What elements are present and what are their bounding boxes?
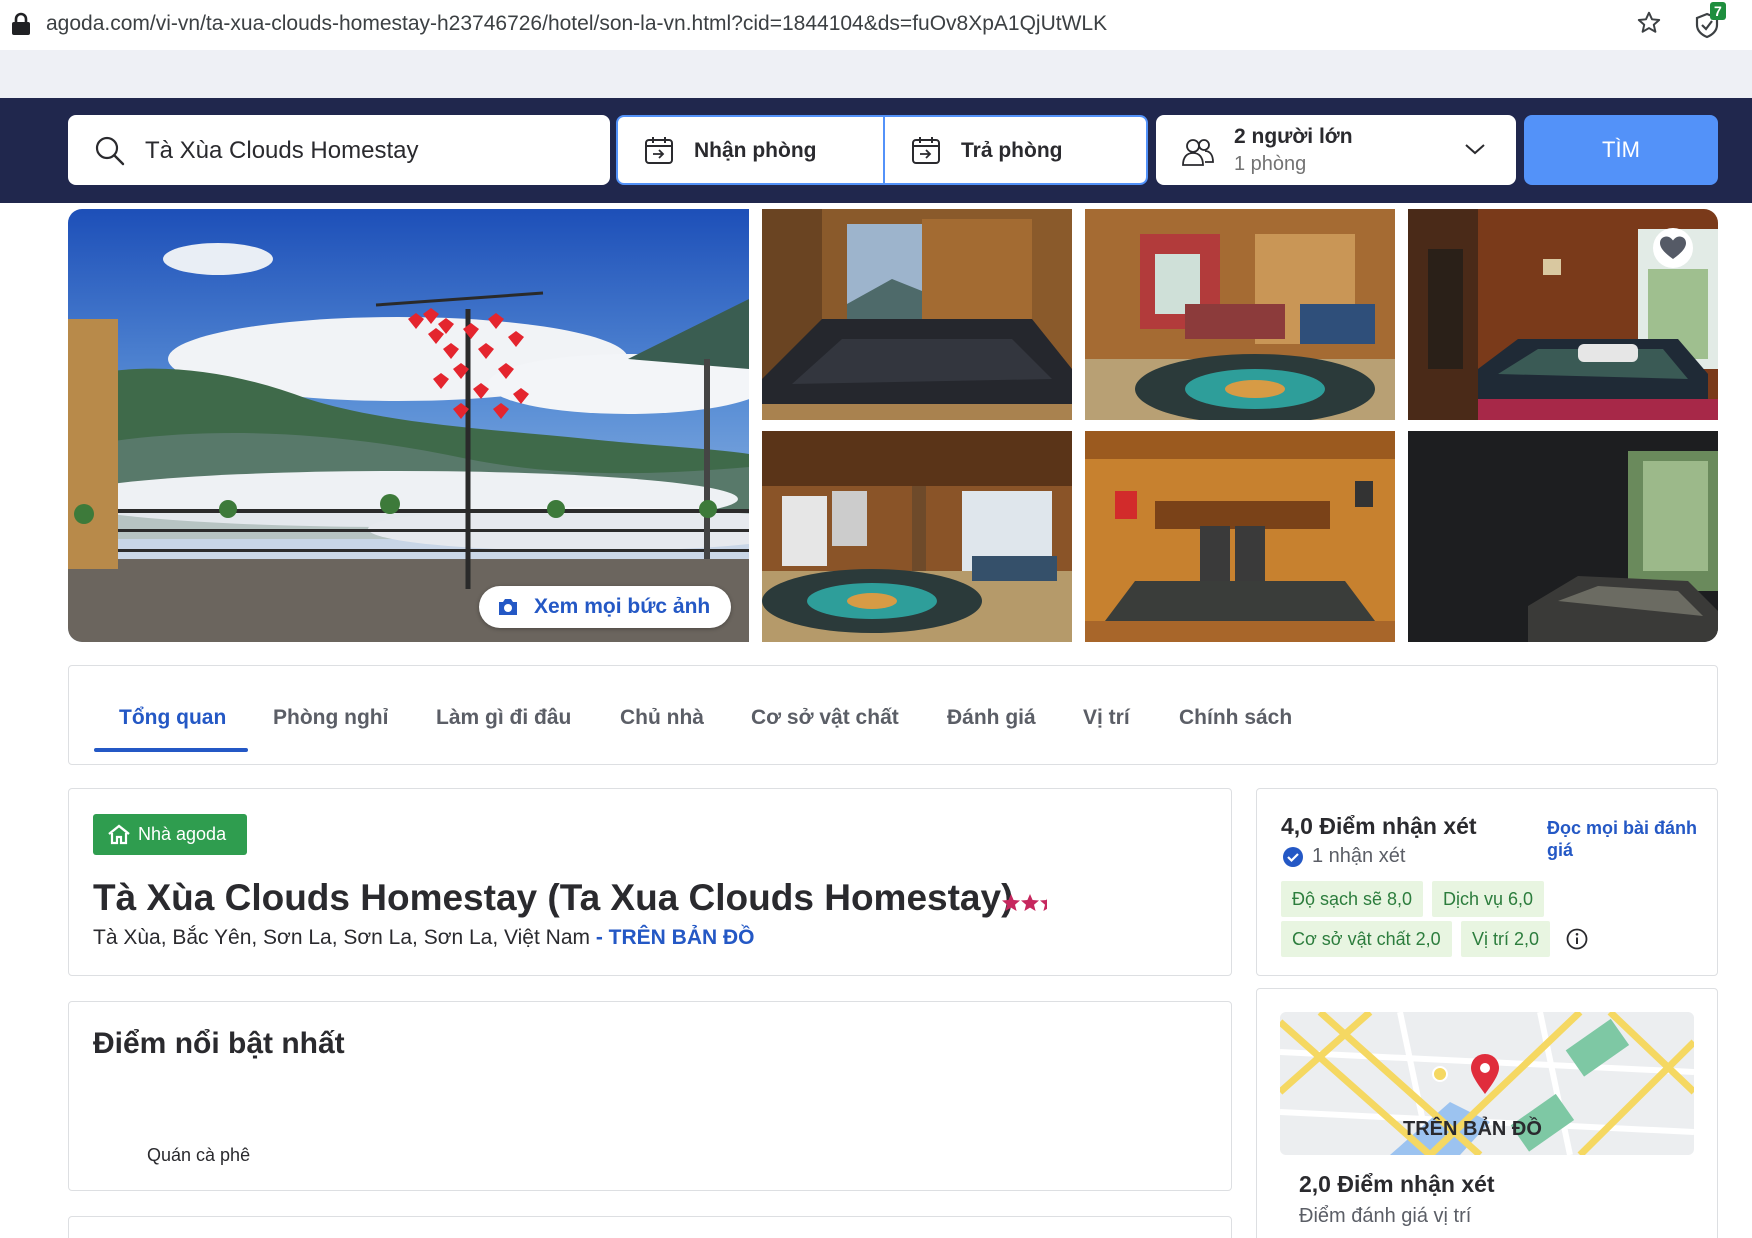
checkout-field[interactable]: Trả phòng <box>883 117 1148 183</box>
calendar-checkin-icon <box>645 137 673 164</box>
photo-thumbnail[interactable] <box>762 209 1072 420</box>
adults-count: 2 người lớn <box>1234 125 1353 148</box>
view-all-photos-button[interactable]: Xem mọi bức ảnh <box>479 586 731 628</box>
tab-reviews[interactable]: Đánh giá <box>947 706 1036 730</box>
review-count: 1 nhận xét <box>1312 845 1406 867</box>
hotel-name: Tà Xùa Clouds Homestay (Ta Xua Clouds Ho… <box>93 877 1014 918</box>
search-icon <box>95 136 125 166</box>
checkout-label: Trả phòng <box>961 139 1063 162</box>
room-photo-image <box>762 431 1072 642</box>
tab-host[interactable]: Chủ nhà <box>620 706 704 730</box>
subscore-facilities: Cơ sở vật chất 2,0 <box>1281 921 1452 957</box>
hotel-info-card: Nhà agoda Tà Xùa Clouds Homestay (Ta Xua… <box>68 788 1232 976</box>
url-text[interactable]: agoda.com/vi-vn/ta-xua-clouds-homestay-h… <box>46 12 1107 36</box>
tab-location[interactable]: Vị trí <box>1083 706 1130 730</box>
subscore-service: Dịch vụ 6,0 <box>1432 881 1545 917</box>
subscore-cleanliness: Độ sạch sẽ 8,0 <box>1281 881 1424 917</box>
photo-gallery: Xem mọi bức ảnh <box>68 209 1718 642</box>
highlight-item: Quán cà phê <box>147 1145 251 1165</box>
main-photo-image <box>68 209 749 642</box>
checkin-label: Nhận phòng <box>694 139 817 162</box>
people-icon <box>1182 139 1214 166</box>
agoda-badge-label: Nhà agoda <box>138 824 227 844</box>
review-summary-card: 4,0 Điểm nhận xét Đọc mọi bài đánh giá 1… <box>1256 788 1718 976</box>
room-photo-image <box>1085 431 1395 642</box>
map-card[interactable]: TRÊN BẢN ĐỒ 2,0 Điểm nhận xét Điểm đánh … <box>1256 988 1718 1238</box>
photo-thumbnail[interactable] <box>1085 209 1395 420</box>
tab-policies[interactable]: Chính sách <box>1179 706 1292 730</box>
photo-thumbnail[interactable] <box>762 431 1072 642</box>
room-photo-image <box>1085 209 1395 420</box>
info-icon[interactable] <box>1566 928 1588 950</box>
search-button[interactable]: TÌM <box>1524 115 1718 185</box>
browser-toolbar-strip <box>0 50 1752 98</box>
tab-activities[interactable]: Làm gì đi đâu <box>436 706 571 730</box>
map-link[interactable]: - TRÊN BẢN ĐỒ <box>590 926 755 949</box>
destination-search-box[interactable]: Tà Xùa Clouds Homestay <box>68 115 610 185</box>
subscore-location: Vị trí 2,0 <box>1461 921 1551 957</box>
calendar-checkout-icon <box>912 137 940 164</box>
active-tab-indicator <box>94 748 248 752</box>
location-score-caption: Điểm đánh giá vị trí <box>1299 1205 1472 1227</box>
tab-overview[interactable]: Tổng quan <box>119 706 226 730</box>
destination-input[interactable]: Tà Xùa Clouds Homestay <box>145 137 418 165</box>
next-section-card <box>68 1216 1232 1238</box>
tab-facilities[interactable]: Cơ sở vật chất <box>751 706 899 730</box>
location-score: 2,0 Điểm nhận xét <box>1299 1171 1495 1197</box>
lock-icon[interactable] <box>10 12 32 36</box>
camera-icon <box>499 599 517 615</box>
section-tabs: Tổng quan Phòng nghỉ Làm gì đi đâu Chủ n… <box>68 665 1718 765</box>
home-icon <box>108 824 130 845</box>
checkin-field[interactable]: Nhận phòng <box>618 117 883 183</box>
view-all-photos-label: Xem mọi bức ảnh <box>534 595 711 618</box>
address-text: Tà Xùa, Bắc Yên, Sơn La, Sơn La, Sơn La,… <box>93 926 590 949</box>
hotel-address: Tà Xùa, Bắc Yên, Sơn La, Sơn La, Sơn La,… <box>93 926 755 950</box>
room-photo-image <box>762 209 1072 420</box>
tab-rooms[interactable]: Phòng nghỉ <box>273 706 388 730</box>
main-photo[interactable] <box>68 209 749 642</box>
date-picker[interactable]: Nhận phòng Trả phòng <box>616 115 1148 185</box>
read-all-reviews-link[interactable]: Đọc mọi bài đánh giá <box>1547 817 1697 861</box>
map-label: TRÊN BẢN ĐỒ <box>1403 1118 1542 1140</box>
rooms-count: 1 phòng <box>1234 153 1307 175</box>
star-rating-icon <box>1002 894 1047 911</box>
review-score: 4,0 Điểm nhận xét <box>1281 813 1477 839</box>
room-photo-image <box>1408 431 1718 642</box>
chevron-down-icon[interactable] <box>1464 141 1486 157</box>
highlights-title: Điểm nổi bật nhất <box>93 1027 345 1060</box>
browser-address-bar[interactable]: agoda.com/vi-vn/ta-xua-clouds-homestay-h… <box>0 0 1752 50</box>
extension-badge: 7 <box>1710 2 1726 20</box>
search-header: Tà Xùa Clouds Homestay Nhận phòng Trả ph… <box>0 98 1752 203</box>
photo-thumbnail[interactable] <box>1085 431 1395 642</box>
heart-favorite-icon[interactable] <box>1653 228 1693 268</box>
mini-map[interactable]: TRÊN BẢN ĐỒ <box>1280 1012 1694 1155</box>
agoda-home-badge: Nhà agoda <box>93 814 247 855</box>
photo-thumbnail[interactable] <box>1408 431 1718 642</box>
verified-check-icon <box>1283 847 1303 867</box>
bookmark-star-icon[interactable] <box>1636 10 1662 36</box>
highlights-card: Điểm nổi bật nhất Quán cà phê <box>68 1001 1232 1191</box>
guests-selector[interactable]: 2 người lớn 1 phòng <box>1156 115 1516 185</box>
